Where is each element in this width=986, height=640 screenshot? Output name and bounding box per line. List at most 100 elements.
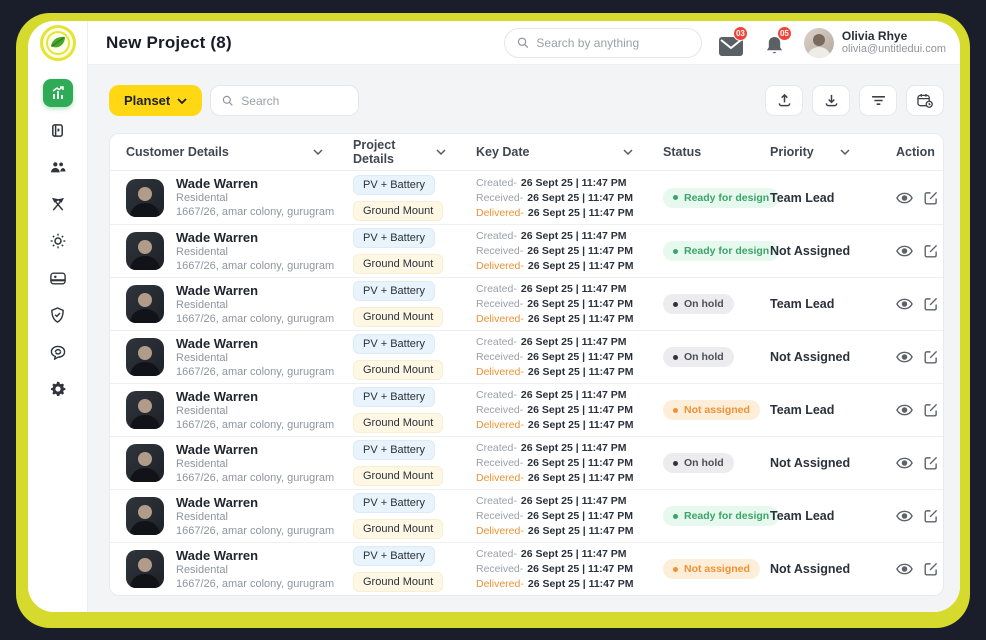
column-header-keydate[interactable]: Key Date bbox=[476, 145, 663, 159]
edit-button[interactable] bbox=[924, 191, 938, 205]
action-cell bbox=[896, 562, 944, 577]
window-frame: New Project (8) 03 bbox=[16, 13, 970, 628]
eye-icon bbox=[896, 563, 913, 575]
avatar-photo-icon bbox=[126, 338, 164, 376]
view-button[interactable] bbox=[896, 245, 913, 257]
column-header-customer[interactable]: Customer Details bbox=[126, 145, 353, 159]
edit-button[interactable] bbox=[924, 350, 938, 364]
column-header-priority[interactable]: Priority bbox=[770, 145, 896, 159]
received-line: Received-26 Sept 25 | 11:47 PM bbox=[476, 456, 663, 470]
sidebar-item-payments[interactable] bbox=[43, 264, 73, 292]
edit-button[interactable] bbox=[924, 456, 938, 470]
project-type-badge: PV + Battery bbox=[353, 546, 435, 566]
settings-gear-icon bbox=[50, 381, 66, 397]
table-row[interactable]: Wade Warren Residental 1667/26, amar col… bbox=[110, 383, 943, 436]
filter-button[interactable] bbox=[859, 85, 897, 116]
priority-cell: Not Assigned bbox=[770, 456, 896, 470]
filter-icon bbox=[871, 95, 886, 106]
keydate-cell: Created-26 Sept 25 | 11:47 PM Received-2… bbox=[476, 494, 663, 538]
table-row[interactable]: Wade Warren Residental 1667/26, amar col… bbox=[110, 277, 943, 330]
edit-button[interactable] bbox=[924, 509, 938, 523]
table-row[interactable]: Wade Warren Residental 1667/26, amar col… bbox=[110, 224, 943, 277]
chevron-down-icon[interactable] bbox=[436, 149, 446, 155]
customer-info: Wade Warren Residental 1667/26, amar col… bbox=[176, 548, 334, 591]
download-button[interactable] bbox=[812, 85, 850, 116]
table-search[interactable] bbox=[210, 85, 359, 116]
view-button[interactable] bbox=[896, 563, 913, 575]
global-search-input[interactable] bbox=[536, 36, 688, 50]
keydate-cell: Created-26 Sept 25 | 11:47 PM Received-2… bbox=[476, 282, 663, 326]
status-cell: On hold bbox=[663, 294, 770, 315]
column-label: Action bbox=[896, 145, 935, 159]
eye-icon bbox=[896, 298, 913, 310]
edit-icon bbox=[924, 244, 938, 258]
view-button[interactable] bbox=[896, 404, 913, 416]
app-window: New Project (8) 03 bbox=[28, 21, 960, 612]
planset-dropdown-button[interactable]: Planset bbox=[109, 85, 202, 116]
chevron-down-icon[interactable] bbox=[623, 149, 633, 155]
customer-name: Wade Warren bbox=[176, 283, 334, 298]
table-row[interactable]: Wade Warren Residental 1667/26, amar col… bbox=[110, 542, 943, 595]
sidebar-item-notebook[interactable] bbox=[43, 116, 73, 144]
column-header-action[interactable]: Action bbox=[896, 145, 943, 159]
received-line: Received-26 Sept 25 | 11:47 PM bbox=[476, 562, 663, 576]
priority-cell: Not Assigned bbox=[770, 562, 896, 576]
eye-icon bbox=[896, 457, 913, 469]
view-button[interactable] bbox=[896, 298, 913, 310]
global-search[interactable] bbox=[504, 28, 702, 58]
sidebar-item-support[interactable] bbox=[43, 338, 73, 366]
customer-avatar bbox=[126, 285, 164, 323]
view-button[interactable] bbox=[896, 192, 913, 204]
edit-button[interactable] bbox=[924, 297, 938, 311]
customer-type: Residental bbox=[176, 457, 334, 471]
customer-info: Wade Warren Residental 1667/26, amar col… bbox=[176, 230, 334, 273]
mount-type-badge: Ground Mount bbox=[353, 572, 443, 592]
sidebar-item-security[interactable] bbox=[43, 301, 73, 329]
project-type-badge: PV + Battery bbox=[353, 440, 435, 460]
view-button[interactable] bbox=[896, 510, 913, 522]
user-name: Olivia Rhye bbox=[842, 29, 946, 43]
sidebar-item-solar[interactable] bbox=[43, 227, 73, 255]
user-menu[interactable]: Olivia Rhye olivia@untitledui.com bbox=[804, 28, 946, 58]
sidebar-item-milestones[interactable] bbox=[43, 190, 73, 218]
created-line: Created-26 Sept 25 | 11:47 PM bbox=[476, 388, 663, 402]
chevron-down-icon[interactable] bbox=[840, 149, 850, 155]
customer-cell: Wade Warren Residental 1667/26, amar col… bbox=[126, 442, 353, 485]
notifications-button[interactable]: 05 bbox=[760, 30, 790, 56]
column-header-status[interactable]: Status bbox=[663, 145, 770, 159]
keydate-cell: Created-26 Sept 25 | 11:47 PM Received-2… bbox=[476, 441, 663, 485]
keydate-cell: Created-26 Sept 25 | 11:47 PM Received-2… bbox=[476, 547, 663, 591]
status-dot-icon bbox=[673, 514, 678, 519]
status-dot-icon bbox=[673, 249, 678, 254]
mail-button[interactable]: 03 bbox=[716, 30, 746, 56]
view-button[interactable] bbox=[896, 351, 913, 363]
edit-button[interactable] bbox=[924, 562, 938, 576]
priority-cell: Team Lead bbox=[770, 297, 896, 311]
view-button[interactable] bbox=[896, 457, 913, 469]
edit-button[interactable] bbox=[924, 244, 938, 258]
upload-button[interactable] bbox=[765, 85, 803, 116]
sidebar-item-users[interactable] bbox=[43, 153, 73, 181]
table-row[interactable]: Wade Warren Residental 1667/26, amar col… bbox=[110, 489, 943, 542]
chevron-down-icon[interactable] bbox=[313, 149, 323, 155]
sidebar-item-settings[interactable] bbox=[43, 375, 73, 403]
column-label: Status bbox=[663, 145, 701, 159]
status-badge: On hold bbox=[663, 453, 734, 473]
sidebar-item-analytics[interactable] bbox=[43, 79, 73, 107]
table-search-input[interactable] bbox=[241, 94, 347, 108]
edit-icon bbox=[924, 350, 938, 364]
table-row[interactable]: Wade Warren Residental 1667/26, amar col… bbox=[110, 330, 943, 383]
brand-leaf-logo[interactable] bbox=[40, 25, 76, 61]
top-bar: New Project (8) 03 bbox=[88, 21, 960, 65]
schedule-button[interactable] bbox=[906, 85, 944, 116]
topbar-right-cluster: 03 05 bbox=[504, 28, 946, 58]
status-dot-icon bbox=[673, 567, 678, 572]
edit-button[interactable] bbox=[924, 403, 938, 417]
customer-type: Residental bbox=[176, 404, 334, 418]
table-header-row: Customer Details Project Details Key Dat… bbox=[110, 134, 943, 171]
table-row[interactable]: Wade Warren Residental 1667/26, amar col… bbox=[110, 171, 943, 224]
column-header-project[interactable]: Project Details bbox=[353, 138, 476, 166]
table-row[interactable]: Wade Warren Residental 1667/26, amar col… bbox=[110, 436, 943, 489]
customer-info: Wade Warren Residental 1667/26, amar col… bbox=[176, 389, 334, 432]
table-body: Wade Warren Residental 1667/26, amar col… bbox=[110, 171, 943, 595]
